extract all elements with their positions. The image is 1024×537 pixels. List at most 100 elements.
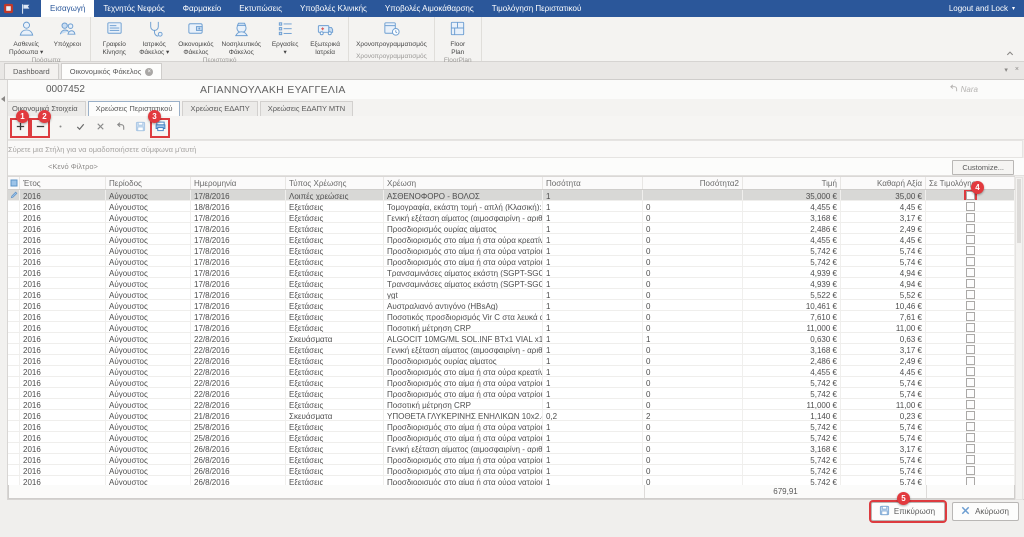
- table-row[interactable]: 2016Αύγουστος22/8/2016ΕξετάσειςΠροσδιορι…: [8, 355, 1015, 366]
- column-header-0[interactable]: Έτος: [20, 177, 106, 189]
- column-header-1[interactable]: Περίοδος: [106, 177, 191, 189]
- table-row[interactable]: 2016Αύγουστος17/8/2016Εξετάσειςγgt105,52…: [8, 289, 1015, 300]
- filter-label[interactable]: <Κενό Φίλτρο>: [48, 162, 98, 171]
- flag-icon[interactable]: [20, 3, 32, 15]
- table-row[interactable]: 2016Αύγουστος17/8/2016ΕξετάσειςΠοσοτική …: [8, 322, 1015, 333]
- cancel-edit-button[interactable]: [92, 120, 108, 136]
- edit-row-button[interactable]: [52, 120, 68, 136]
- ribbon-button-desk[interactable]: ΓραφείοΚίνησης: [94, 18, 134, 57]
- table-row[interactable]: 2016Αύγουστος17/8/2016ΕξετάσειςΠροσδιορι…: [8, 256, 1015, 267]
- refresh-button[interactable]: [112, 120, 128, 136]
- invoice-checkbox[interactable]: [966, 290, 975, 299]
- collapsed-nav-splitter[interactable]: [0, 80, 8, 500]
- column-header-6[interactable]: Ποσότητα2: [643, 177, 743, 189]
- subtab-3[interactable]: Χρεώσεις ΕΔΑΠΥ ΜΤΝ: [260, 101, 353, 116]
- invoice-checkbox[interactable]: [966, 466, 975, 475]
- table-row[interactable]: 2016Αύγουστος22/8/2016ΕξετάσειςΓενική εξ…: [8, 344, 1015, 355]
- ribbon-button-person[interactable]: ΑσθενείςΠρόσωπα ▾: [5, 18, 47, 57]
- groupby-panel[interactable]: Σύρετε μια Στήλη για να ομαδοποιήσετε σύ…: [1, 140, 1023, 158]
- table-row[interactable]: 2016Αύγουστος17/8/2016ΕξετάσειςΠροσδιορι…: [8, 245, 1015, 256]
- table-row[interactable]: 2016Αύγουστος22/8/2016ΣκευάσματαALGOCIT …: [8, 333, 1015, 344]
- table-row[interactable]: 2016Αύγουστος22/8/2016ΕξετάσειςΠροσδιορι…: [8, 366, 1015, 377]
- invoice-checkbox[interactable]: [966, 224, 975, 233]
- cancel-button[interactable]: Ακύρωση: [952, 502, 1019, 521]
- invoice-checkbox[interactable]: [966, 268, 975, 277]
- table-row[interactable]: 2016Αύγουστος17/8/2016ΕξετάσειςΠροσδιορι…: [8, 223, 1015, 234]
- table-row[interactable]: 2016Αύγουστος25/8/2016ΕξετάσειςΠροσδιορι…: [8, 432, 1015, 443]
- nara-link[interactable]: Nara: [949, 84, 978, 95]
- menu-tab-5[interactable]: Υποβολές Αιμοκάθαρσης: [376, 0, 483, 17]
- invoice-checkbox[interactable]: [966, 378, 975, 387]
- table-row[interactable]: 2016Αύγουστος17/8/2016ΕξετάσειςΠοσοτικός…: [8, 311, 1015, 322]
- column-header-2[interactable]: Ημερομηνία: [191, 177, 286, 189]
- invoice-checkbox[interactable]: [966, 312, 975, 321]
- invoice-checkbox[interactable]: [966, 246, 975, 255]
- table-row[interactable]: 2016Αύγουστος22/8/2016ΕξετάσειςΠοσοτική …: [8, 399, 1015, 410]
- invoice-checkbox[interactable]: [966, 345, 975, 354]
- menu-tab-1[interactable]: Τεχνητός Νεφρός: [94, 0, 173, 17]
- invoice-checkbox[interactable]: [966, 301, 975, 310]
- menu-tab-0[interactable]: Εισαγωγή: [41, 0, 94, 17]
- table-row[interactable]: 2016Αύγουστος25/8/2016ΕξετάσειςΠροσδιορι…: [8, 421, 1015, 432]
- column-header-4[interactable]: Χρέωση: [384, 177, 543, 189]
- close-tab-icon[interactable]: ×: [145, 68, 153, 76]
- ribbon-button-nurse[interactable]: ΝοσηλευτικόςΦάκελος: [218, 18, 266, 57]
- table-row[interactable]: 2016Αύγουστος26/8/2016ΕξετάσειςΠροσδιορι…: [8, 476, 1015, 485]
- scrollbar-thumb[interactable]: [1017, 179, 1021, 243]
- accept-edit-button[interactable]: [72, 120, 88, 136]
- table-row[interactable]: 2016Αύγουστος26/8/2016ΕξετάσειςΓενική εξ…: [8, 443, 1015, 454]
- column-header-3[interactable]: Τύπος Χρέωσης: [286, 177, 384, 189]
- invoice-checkbox[interactable]: [966, 411, 975, 420]
- invoice-checkbox[interactable]: [966, 455, 975, 464]
- table-row[interactable]: 2016Αύγουστος21/8/2016ΣκευάσματαΥΠΟΘΕΤΑ …: [8, 410, 1015, 421]
- tab-list-icon[interactable]: ▾: [1004, 66, 1008, 74]
- invoice-checkbox[interactable]: [966, 279, 975, 288]
- subtab-2[interactable]: Χρεώσεις ΕΔΑΠΥ: [182, 101, 257, 116]
- column-header-7[interactable]: Τιμή: [743, 177, 841, 189]
- save-button[interactable]: [132, 120, 148, 136]
- ribbon-button-schedule[interactable]: Χρονοπρογραμματισμός: [352, 18, 431, 49]
- table-row[interactable]: 2016Αύγουστος17/8/2016ΕξετάσειςΠροσδιορι…: [8, 234, 1015, 245]
- invoice-checkbox[interactable]: [966, 213, 975, 222]
- table-row[interactable]: 2016Αύγουστος26/8/2016ΕξετάσειςΠροσδιορι…: [8, 454, 1015, 465]
- ribbon-button-people[interactable]: Υπόχρεοι: [47, 18, 87, 49]
- invoice-checkbox[interactable]: [966, 367, 975, 376]
- table-row[interactable]: 2016Αύγουστος17/8/2016ΕξετάσειςΤρανσαμιν…: [8, 278, 1015, 289]
- invoice-checkbox[interactable]: [966, 389, 975, 398]
- invoice-checkbox[interactable]: [966, 202, 975, 211]
- ribbon-collapse-icon[interactable]: [1004, 49, 1016, 58]
- column-header-8[interactable]: Καθαρή Αξία: [841, 177, 926, 189]
- ribbon-button-steth[interactable]: ΙατρικόςΦάκελος ▾: [134, 18, 174, 57]
- table-row[interactable]: 2016Αύγουστος22/8/2016ΕξετάσειςΠροσδιορι…: [8, 377, 1015, 388]
- ribbon-button-tasks[interactable]: Εργασίες▾: [265, 18, 305, 57]
- menu-tab-3[interactable]: Εκτυπώσεις: [230, 0, 291, 17]
- menu-tab-2[interactable]: Φαρμακείο: [174, 0, 231, 17]
- invoice-checkbox[interactable]: [966, 257, 975, 266]
- customize-button[interactable]: Customize...: [952, 160, 1014, 175]
- ribbon-button-floorplan[interactable]: FloorPlan: [438, 18, 478, 57]
- ribbon-button-wallet[interactable]: ΟικονομικόςΦάκελος: [174, 18, 217, 57]
- confirm-button[interactable]: Επικύρωση: [871, 502, 945, 521]
- table-row[interactable]: 2016Αύγουστος26/8/2016ΕξετάσειςΠροσδιορι…: [8, 465, 1015, 476]
- invoice-checkbox[interactable]: [966, 235, 975, 244]
- vertical-scrollbar[interactable]: [1015, 177, 1023, 500]
- table-row[interactable]: 2016Αύγουστος17/8/2016ΕξετάσειςΑυστραλια…: [8, 300, 1015, 311]
- ribbon-button-ambulance[interactable]: ΕξωτερικάΙατρεία: [305, 18, 345, 57]
- subtab-1[interactable]: Χρεώσεις Περιστατικού: [88, 101, 181, 116]
- invoice-checkbox[interactable]: [966, 444, 975, 453]
- logout-button[interactable]: Logout and Lock ▾: [949, 0, 1024, 17]
- table-row[interactable]: 2016Αύγουστος22/8/2016ΕξετάσειςΠροσδιορι…: [8, 388, 1015, 399]
- menu-tab-4[interactable]: Υποβολές Κλινικής: [291, 0, 376, 17]
- table-row[interactable]: 2016Αύγουστος17/8/2016Λοιπές χρεώσειςΑΣΘ…: [8, 190, 1015, 201]
- invoice-checkbox[interactable]: [966, 334, 975, 343]
- tabstrip-close-icon[interactable]: ×: [1015, 66, 1019, 74]
- table-row[interactable]: 2016Αύγουστος18/8/2016ΕξετάσειςΤομογραφί…: [8, 201, 1015, 212]
- menu-tab-6[interactable]: Τιμολόγηση Περιστατικού: [483, 0, 591, 17]
- invoice-checkbox[interactable]: [966, 356, 975, 365]
- invoice-checkbox[interactable]: [966, 433, 975, 442]
- column-header-5[interactable]: Ποσότητα: [543, 177, 643, 189]
- doc-tab-1[interactable]: Οικονομικός Φάκελος×: [61, 63, 163, 79]
- invoice-checkbox[interactable]: [966, 422, 975, 431]
- doc-tab-0[interactable]: Dashboard: [4, 63, 59, 79]
- invoice-checkbox[interactable]: [966, 323, 975, 332]
